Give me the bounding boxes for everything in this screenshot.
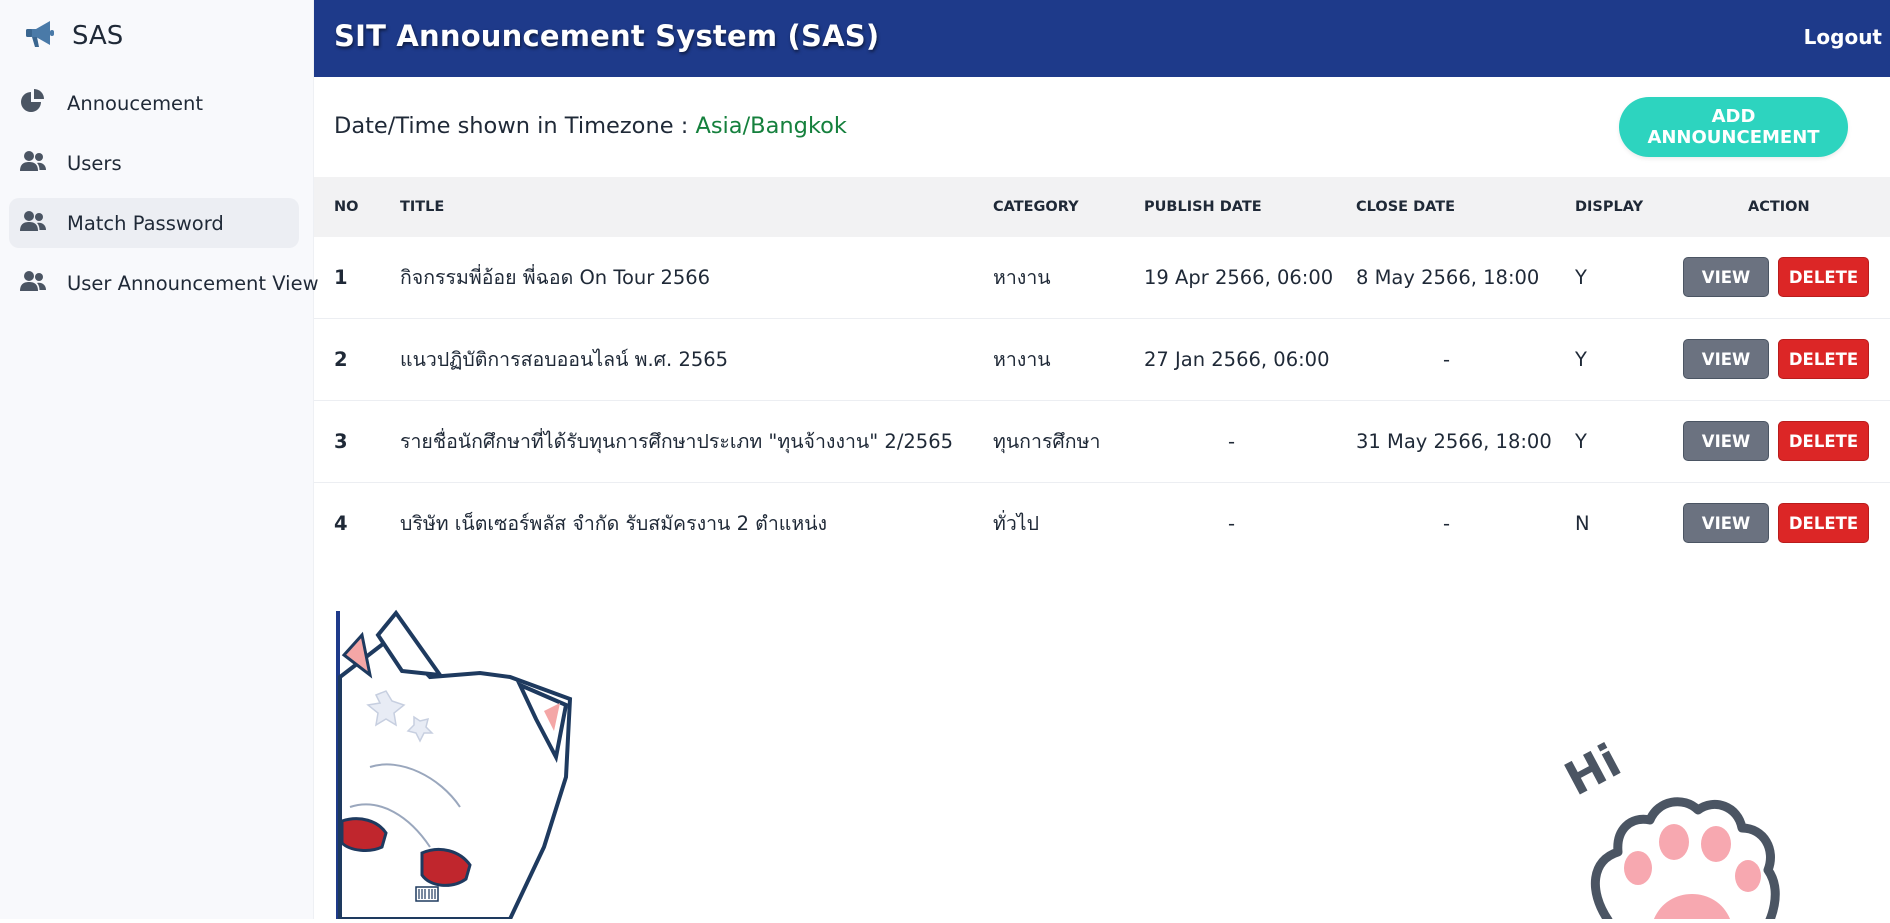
- cell-close-date: 31 May 2566, 18:00: [1356, 430, 1552, 453]
- paw-illustration: Hi: [1556, 730, 1800, 923]
- view-button[interactable]: VIEW: [1683, 257, 1769, 297]
- cell-category: ทุนการศึกษา: [993, 430, 1101, 453]
- paw-hi-text: Hi: [1560, 733, 1629, 806]
- cell-title: รายชื่อนักศึกษาที่ได้รับทุนการศึกษาประเภ…: [400, 430, 954, 453]
- sidebar: SAS Annoucement Users Match Password Use…: [0, 0, 319, 919]
- cell-category: ทั่วไป: [993, 512, 1039, 535]
- table-header: NO TITLE CATEGORY PUBLISH DATE CLOSE DAT…: [314, 177, 1890, 237]
- logout-button[interactable]: Logout: [1804, 25, 1882, 49]
- users-icon: [19, 267, 47, 299]
- cell-publish-date: 27 Jan 2566, 06:00: [1144, 348, 1330, 371]
- delete-button[interactable]: DELETE: [1778, 339, 1869, 379]
- sidebar-item-users[interactable]: Users: [9, 138, 299, 188]
- brand[interactable]: SAS: [22, 16, 123, 56]
- table-row: 2 แนวปฏิบัติการสอบออนไลน์ พ.ศ. 2565 หางา…: [314, 319, 1890, 401]
- sidebar-item-user-announcement-view[interactable]: User Announcement View: [9, 258, 319, 308]
- cell-publish-date: 19 Apr 2566, 06:00: [1144, 266, 1334, 289]
- page-title: SIT Announcement System (SAS): [334, 19, 880, 53]
- cell-category: หางาน: [993, 266, 1051, 289]
- column-header-display: DISPLAY: [1575, 199, 1644, 215]
- mascot-illustration: [330, 607, 590, 923]
- sidebar-item-label: User Announcement View: [67, 271, 319, 295]
- sidebar-item-label: Match Password: [67, 211, 224, 235]
- sidebar-item-label: Users: [67, 151, 122, 175]
- megaphone-icon: [22, 16, 58, 56]
- cell-publish-date: -: [1228, 430, 1236, 453]
- pie-chart-icon: [19, 87, 47, 119]
- top-header: SIT Announcement System (SAS) Logout: [314, 0, 1890, 77]
- table-row: 1 กิจกรรมพี่อ้อย พี่ฉอด On Tour 2566 หาง…: [314, 237, 1890, 319]
- table-row: 3 รายชื่อนักศึกษาที่ได้รับทุนการศึกษาประ…: [314, 401, 1890, 483]
- cell-category: หางาน: [993, 348, 1051, 371]
- cell-title: บริษัท เน็ตเซอร์พลัส จำกัด รับสมัครงาน 2…: [400, 512, 828, 535]
- announcement-table: NO TITLE CATEGORY PUBLISH DATE CLOSE DAT…: [314, 177, 1890, 564]
- sidebar-item-match-password[interactable]: Match Password: [9, 198, 299, 248]
- timezone-value: Asia/Bangkok: [695, 113, 847, 139]
- cell-title: แนวปฏิบัติการสอบออนไลน์ พ.ศ. 2565: [400, 348, 729, 371]
- cell-no: 2: [334, 348, 348, 371]
- cell-close-date: -: [1443, 348, 1451, 371]
- cell-display: N: [1575, 512, 1590, 535]
- cell-close-date: -: [1443, 512, 1451, 535]
- column-header-close-date: CLOSE DATE: [1356, 199, 1456, 215]
- delete-button[interactable]: DELETE: [1778, 257, 1869, 297]
- delete-button[interactable]: DELETE: [1778, 421, 1869, 461]
- column-header-no: NO: [334, 199, 359, 215]
- sidebar-item-label: Annoucement: [67, 91, 204, 115]
- cell-close-date: 8 May 2566, 18:00: [1356, 266, 1540, 289]
- view-button[interactable]: VIEW: [1683, 421, 1769, 461]
- cell-no: 3: [334, 430, 348, 453]
- brand-name: SAS: [72, 21, 124, 51]
- sidebar-item-annoucement[interactable]: Annoucement: [9, 78, 299, 128]
- table-row: 4 บริษัท เน็ตเซอร์พลัส จำกัด รับสมัครงาน…: [314, 483, 1890, 564]
- add-announcement-button[interactable]: ADD ANNOUNCEMENT: [1619, 97, 1848, 157]
- sidebar-nav: Annoucement Users Match Password User An…: [9, 78, 319, 318]
- cell-title: กิจกรรมพี่อ้อย พี่ฉอด On Tour 2566: [400, 266, 711, 289]
- delete-button[interactable]: DELETE: [1778, 503, 1869, 543]
- cell-display: Y: [1575, 430, 1587, 453]
- cell-publish-date: -: [1228, 512, 1236, 535]
- users-icon: [19, 207, 47, 239]
- column-header-action: ACTION: [1748, 199, 1810, 215]
- timezone-info: Date/Time shown in Timezone : Asia/Bangk…: [334, 113, 847, 139]
- column-header-category: CATEGORY: [993, 199, 1079, 215]
- cell-display: Y: [1575, 348, 1587, 371]
- column-header-publish-date: PUBLISH DATE: [1144, 199, 1262, 215]
- users-icon: [19, 147, 47, 179]
- column-header-title: TITLE: [400, 199, 445, 215]
- cell-display: Y: [1575, 266, 1587, 289]
- cell-no: 1: [334, 266, 348, 289]
- timezone-label: Date/Time shown in Timezone :: [334, 113, 696, 139]
- view-button[interactable]: VIEW: [1683, 339, 1769, 379]
- cell-no: 4: [334, 512, 348, 535]
- view-button[interactable]: VIEW: [1683, 503, 1769, 543]
